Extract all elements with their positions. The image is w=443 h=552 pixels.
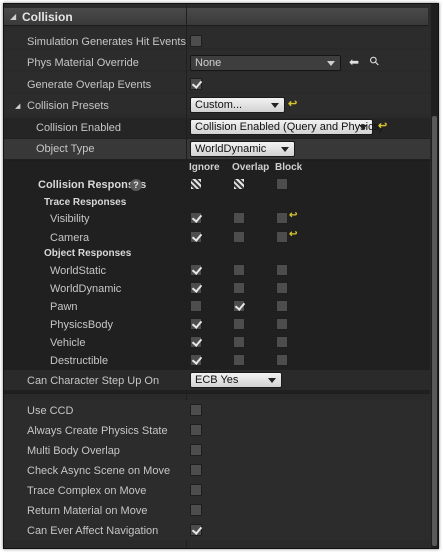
- object-type-label: Object Type: [36, 143, 95, 155]
- physicsbody-label: PhysicsBody: [50, 319, 113, 331]
- destructible-block-checkbox[interactable]: [276, 354, 288, 366]
- worldstatic-overlap-checkbox[interactable]: [233, 264, 245, 276]
- trace-responses-label: Trace Responses: [44, 197, 127, 208]
- return-material-checkbox[interactable]: [190, 504, 202, 516]
- responses-block-all-checkbox[interactable]: [276, 178, 288, 190]
- responses-overlap-all-checkbox[interactable]: [233, 178, 245, 190]
- column-block-header: Block: [275, 162, 303, 173]
- destructible-label: Destructible: [50, 355, 109, 367]
- always-create-physics-checkbox[interactable]: [190, 424, 202, 436]
- vehicle-overlap-checkbox[interactable]: [233, 336, 245, 348]
- chevron-down-icon: [271, 103, 279, 108]
- collision-presets-value: Custom...: [195, 99, 243, 111]
- row-divider: [4, 393, 430, 394]
- reset-to-default-icon[interactable]: ↩: [289, 210, 297, 221]
- multi-body-overlap-label: Multi Body Overlap: [27, 445, 120, 457]
- object-responses-label: Object Responses: [44, 248, 132, 259]
- trace-complex-checkbox[interactable]: [190, 484, 202, 496]
- chevron-down-icon: [359, 125, 367, 130]
- help-icon[interactable]: ?: [130, 179, 142, 191]
- phys-material-label: Phys Material Override: [27, 57, 139, 69]
- collision-presets-dropdown[interactable]: Custom...: [190, 97, 285, 113]
- affect-navigation-label: Can Ever Affect Navigation: [27, 525, 159, 537]
- sim-hit-events-checkbox[interactable]: [190, 35, 202, 47]
- vehicle-ignore-checkbox[interactable]: [190, 336, 202, 348]
- responses-ignore-all-checkbox[interactable]: [190, 178, 202, 190]
- phys-material-value: None: [195, 57, 222, 69]
- sim-hit-events-label: Simulation Generates Hit Events: [27, 36, 186, 48]
- collision-presets-label: Collision Presets: [27, 100, 109, 112]
- return-material-label: Return Material on Move: [27, 505, 148, 517]
- physicsbody-overlap-checkbox[interactable]: [233, 318, 245, 330]
- expanded-arrow-icon[interactable]: ◢: [15, 102, 20, 110]
- visibility-block-checkbox[interactable]: [276, 212, 288, 224]
- reset-to-default-icon[interactable]: ↩: [288, 97, 297, 110]
- visibility-label: Visibility: [50, 213, 90, 225]
- reset-to-default-icon[interactable]: ↩: [289, 229, 297, 240]
- multi-body-overlap-checkbox[interactable]: [190, 444, 202, 456]
- step-up-value: ECB Yes: [195, 374, 239, 386]
- camera-label: Camera: [50, 232, 90, 244]
- object-type-value: WorldDynamic: [195, 143, 267, 155]
- reset-to-default-icon[interactable]: ↩: [378, 119, 387, 132]
- always-create-physics-label: Always Create Physics State: [27, 425, 168, 437]
- physicsbody-block-checkbox[interactable]: [276, 318, 288, 330]
- worlddynamic-block-checkbox[interactable]: [276, 282, 288, 294]
- vehicle-block-checkbox[interactable]: [276, 336, 288, 348]
- chevron-down-icon: [281, 147, 289, 152]
- pawn-ignore-checkbox[interactable]: [190, 300, 202, 312]
- arrow-left-icon[interactable]: ⬅: [349, 55, 359, 69]
- worlddynamic-label: WorldDynamic: [50, 283, 122, 295]
- collision-enabled-label: Collision Enabled: [36, 122, 121, 134]
- use-ccd-label: Use CCD: [27, 405, 74, 417]
- pawn-label: Pawn: [50, 301, 78, 313]
- worldstatic-block-checkbox[interactable]: [276, 264, 288, 276]
- chevron-down-icon: [327, 61, 335, 66]
- destructible-overlap-checkbox[interactable]: [233, 354, 245, 366]
- details-panel: ◢ Collision Simulation Generates Hit Eve…: [4, 4, 438, 548]
- collision-enabled-dropdown[interactable]: Collision Enabled (Query and Physics): [190, 119, 383, 135]
- step-up-label: Can Character Step Up On: [27, 375, 160, 387]
- camera-block-checkbox[interactable]: [276, 231, 288, 243]
- visibility-overlap-checkbox[interactable]: [233, 212, 245, 224]
- row-divider: [4, 160, 430, 161]
- collision-enabled-value: Collision Enabled (Query and Physics): [195, 121, 383, 133]
- pawn-overlap-checkbox[interactable]: [233, 300, 245, 312]
- camera-ignore-checkbox[interactable]: [190, 231, 202, 243]
- column-ignore-header: Ignore: [189, 162, 220, 173]
- async-scene-label: Check Async Scene on Move: [27, 465, 171, 477]
- step-up-dropdown[interactable]: ECB Yes: [190, 372, 282, 388]
- camera-overlap-checkbox[interactable]: [233, 231, 245, 243]
- use-ccd-checkbox[interactable]: [190, 404, 202, 416]
- overlap-events-checkbox[interactable]: [190, 78, 202, 90]
- visibility-ignore-checkbox[interactable]: [190, 212, 202, 224]
- async-scene-checkbox[interactable]: [190, 464, 202, 476]
- worlddynamic-overlap-checkbox[interactable]: [233, 282, 245, 294]
- destructible-ignore-checkbox[interactable]: [190, 354, 202, 366]
- section-title: Collision: [22, 10, 73, 24]
- worldstatic-label: WorldStatic: [50, 265, 107, 277]
- vehicle-label: Vehicle: [50, 337, 86, 349]
- collision-section-header[interactable]: ◢ Collision: [4, 8, 428, 26]
- affect-navigation-checkbox[interactable]: [190, 524, 202, 536]
- worlddynamic-ignore-checkbox[interactable]: [190, 282, 202, 294]
- column-overlap-header: Overlap: [232, 162, 270, 173]
- pawn-block-checkbox[interactable]: [276, 300, 288, 312]
- chevron-down-icon: [268, 378, 276, 383]
- object-type-dropdown[interactable]: WorldDynamic: [190, 141, 295, 157]
- physicsbody-ignore-checkbox[interactable]: [190, 318, 202, 330]
- expanded-arrow-icon[interactable]: ◢: [10, 12, 16, 21]
- overlap-events-label: Generate Overlap Events: [27, 79, 152, 91]
- trace-complex-label: Trace Complex on Move: [27, 485, 147, 497]
- scrollbar-thumb[interactable]: [432, 116, 437, 546]
- worldstatic-ignore-checkbox[interactable]: [190, 264, 202, 276]
- phys-material-dropdown[interactable]: None: [190, 55, 341, 71]
